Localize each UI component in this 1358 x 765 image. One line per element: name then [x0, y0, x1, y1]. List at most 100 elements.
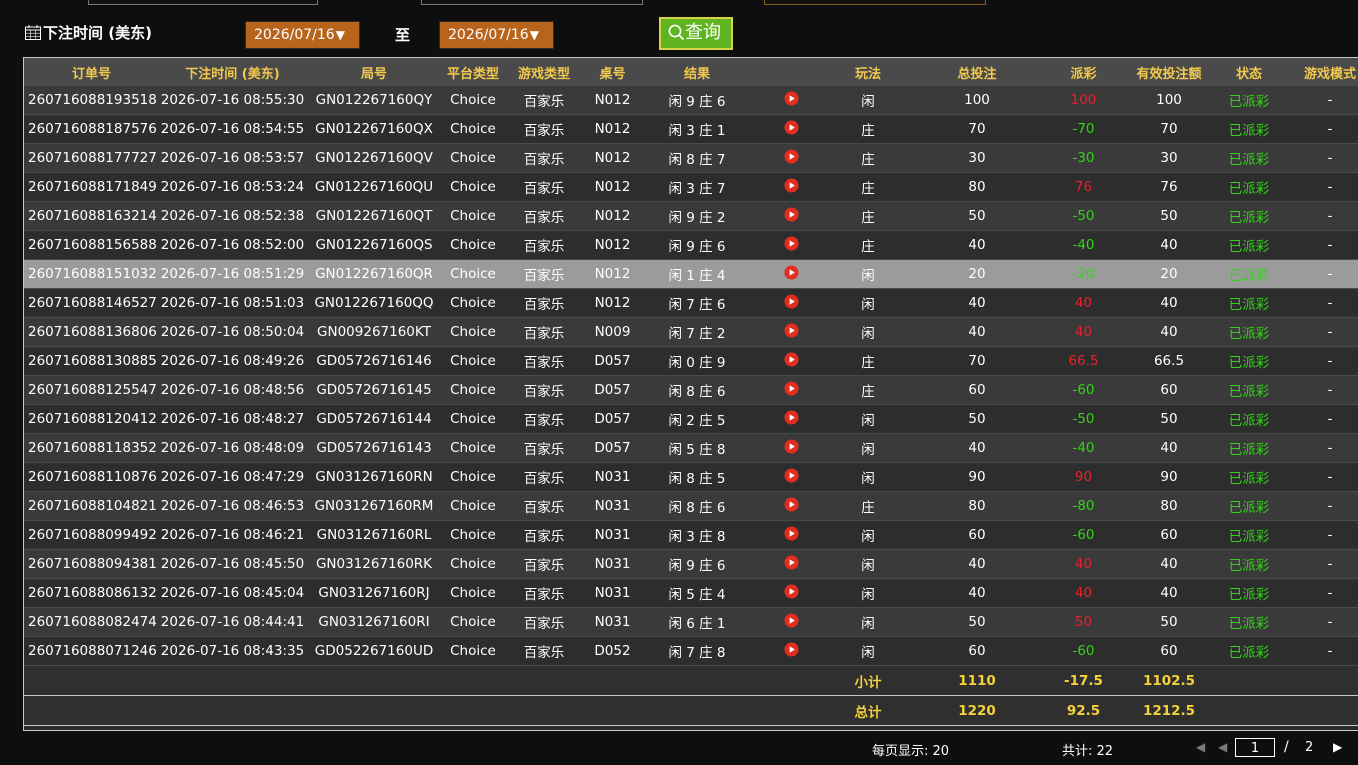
top-input-3[interactable]: [764, 0, 986, 5]
table-row[interactable]: 260716088193518 2026-07-16 08:55:30 GN0122…: [24, 86, 1358, 115]
table-row[interactable]: 260716088086132 2026-07-16 08:45:04 GN0312…: [24, 578, 1358, 608]
order-no-cell[interactable]: 260716088136806: [24, 317, 159, 347]
play-video-icon[interactable]: [783, 177, 799, 193]
play-video-icon[interactable]: [783, 496, 799, 512]
end-date-select[interactable]: 2026/07/16▼: [439, 21, 554, 49]
order-no-cell[interactable]: 260716088099492: [24, 520, 159, 550]
play-video-icon[interactable]: [783, 467, 799, 483]
table-row[interactable]: 260716088082474 2026-07-16 08:44:41 GN0312…: [24, 607, 1358, 637]
page-number-input[interactable]: 1: [1235, 738, 1275, 757]
col-header-game-mode[interactable]: 游戏模式: [1280, 58, 1358, 86]
table-row[interactable]: 260716088187576 2026-07-16 08:54:55 GN0122…: [24, 114, 1358, 144]
order-no-cell[interactable]: 260716088118352: [24, 433, 159, 463]
start-date-select[interactable]: 2026/07/16▼: [245, 21, 360, 49]
video-cell[interactable]: [753, 607, 829, 637]
play-video-icon[interactable]: [783, 525, 799, 541]
order-no-cell[interactable]: 260716088171849: [24, 172, 159, 202]
order-no-cell[interactable]: 260716088187576: [24, 114, 159, 144]
col-header-platform[interactable]: 平台类型: [442, 58, 504, 86]
video-cell[interactable]: [753, 230, 829, 260]
table-row[interactable]: 260716088120412 2026-07-16 08:48:27 GD0572…: [24, 404, 1358, 434]
table-row[interactable]: 260716088151032 2026-07-16 08:51:29 GN0122…: [24, 259, 1358, 289]
play-video-icon[interactable]: [783, 612, 799, 628]
video-cell[interactable]: [753, 86, 829, 115]
table-row[interactable]: 260716088099492 2026-07-16 08:46:21 GN0312…: [24, 520, 1358, 550]
order-no-cell[interactable]: 260716088163214: [24, 201, 159, 231]
col-header-round-no[interactable]: 局号: [306, 58, 442, 86]
video-cell[interactable]: [753, 578, 829, 608]
table-row[interactable]: 260716088118352 2026-07-16 08:48:09 GD0572…: [24, 433, 1358, 463]
play-video-icon[interactable]: [783, 235, 799, 251]
table-row[interactable]: 260716088125547 2026-07-16 08:48:56 GD0572…: [24, 375, 1358, 405]
table-row[interactable]: 260716088177727 2026-07-16 08:53:57 GN0122…: [24, 143, 1358, 173]
col-header-game-type[interactable]: 游戏类型: [504, 58, 584, 86]
video-cell[interactable]: [753, 491, 829, 521]
play-video-icon[interactable]: [783, 583, 799, 599]
table-row[interactable]: 260716088163214 2026-07-16 08:52:38 GN0122…: [24, 201, 1358, 231]
play-video-icon[interactable]: [783, 322, 799, 338]
video-cell[interactable]: [753, 172, 829, 202]
order-no-cell[interactable]: 260716088130885: [24, 346, 159, 376]
play-video-icon[interactable]: [783, 554, 799, 570]
order-no-cell[interactable]: 260716088151032: [24, 259, 159, 289]
video-cell[interactable]: [753, 346, 829, 376]
col-header-valid-bet[interactable]: 有效投注额: [1120, 58, 1218, 86]
play-video-icon[interactable]: [783, 409, 799, 425]
order-no-cell[interactable]: 260716088086132: [24, 578, 159, 608]
video-cell[interactable]: [753, 143, 829, 173]
order-no-cell[interactable]: 260716088193518: [24, 86, 159, 115]
play-video-icon[interactable]: [783, 90, 799, 106]
top-input-2[interactable]: [421, 0, 643, 5]
video-cell[interactable]: [753, 549, 829, 579]
col-header-payout[interactable]: 派彩: [1047, 58, 1120, 86]
video-cell[interactable]: [753, 288, 829, 318]
order-no-cell[interactable]: 260716088120412: [24, 404, 159, 434]
prev-page-icon[interactable]: ◀: [1218, 740, 1227, 754]
table-row[interactable]: 260716088071246 2026-07-16 08:43:35 GD0522…: [24, 636, 1358, 666]
play-video-icon[interactable]: [783, 119, 799, 135]
play-video-icon[interactable]: [783, 641, 799, 657]
video-cell[interactable]: [753, 375, 829, 405]
col-header-table-no[interactable]: 桌号: [584, 58, 641, 86]
video-cell[interactable]: [753, 462, 829, 492]
order-no-cell[interactable]: 260716088094381: [24, 549, 159, 579]
table-row[interactable]: 260716088171849 2026-07-16 08:53:24 GN0122…: [24, 172, 1358, 202]
next-page-icon[interactable]: ▶: [1333, 740, 1342, 754]
play-video-icon[interactable]: [783, 438, 799, 454]
table-row[interactable]: 260716088130885 2026-07-16 08:49:26 GD0572…: [24, 346, 1358, 376]
order-no-cell[interactable]: 260716088125547: [24, 375, 159, 405]
play-video-icon[interactable]: [783, 206, 799, 222]
video-cell[interactable]: [753, 259, 829, 289]
col-header-order-no[interactable]: 订单号: [24, 58, 159, 86]
col-header-total-bet[interactable]: 总投注: [907, 58, 1047, 86]
play-video-icon[interactable]: [783, 293, 799, 309]
video-cell[interactable]: [753, 317, 829, 347]
order-no-cell[interactable]: 260716088177727: [24, 143, 159, 173]
query-button[interactable]: 查询: [659, 17, 733, 50]
order-no-cell[interactable]: 260716088156588: [24, 230, 159, 260]
per-page-label[interactable]: 每页显示: 20: [872, 740, 949, 759]
video-cell[interactable]: [753, 201, 829, 231]
table-row[interactable]: 260716088094381 2026-07-16 08:45:50 GN0312…: [24, 549, 1358, 579]
video-cell[interactable]: [753, 636, 829, 666]
video-cell[interactable]: [753, 404, 829, 434]
table-row[interactable]: 260716088136806 2026-07-16 08:50:04 GN0092…: [24, 317, 1358, 347]
play-video-icon[interactable]: [783, 380, 799, 396]
first-page-icon[interactable]: ◀: [1196, 740, 1205, 754]
play-video-icon[interactable]: [783, 148, 799, 164]
video-cell[interactable]: [753, 520, 829, 550]
col-header-result[interactable]: 结果: [641, 58, 753, 86]
table-row[interactable]: 260716088110876 2026-07-16 08:47:29 GN0312…: [24, 462, 1358, 492]
table-row[interactable]: 260716088146527 2026-07-16 08:51:03 GN0122…: [24, 288, 1358, 318]
order-no-cell[interactable]: 260716088110876: [24, 462, 159, 492]
order-no-cell[interactable]: 260716088104821: [24, 491, 159, 521]
order-no-cell[interactable]: 260716088071246: [24, 636, 159, 666]
video-cell[interactable]: [753, 114, 829, 144]
top-input-1[interactable]: [88, 0, 318, 5]
order-no-cell[interactable]: 260716088146527: [24, 288, 159, 318]
table-row[interactable]: 260716088156588 2026-07-16 08:52:00 GN0122…: [24, 230, 1358, 260]
col-header-bet-type[interactable]: 玩法: [829, 58, 907, 86]
col-header-status[interactable]: 状态: [1218, 58, 1280, 86]
play-video-icon[interactable]: [783, 351, 799, 367]
play-video-icon[interactable]: [783, 264, 799, 280]
